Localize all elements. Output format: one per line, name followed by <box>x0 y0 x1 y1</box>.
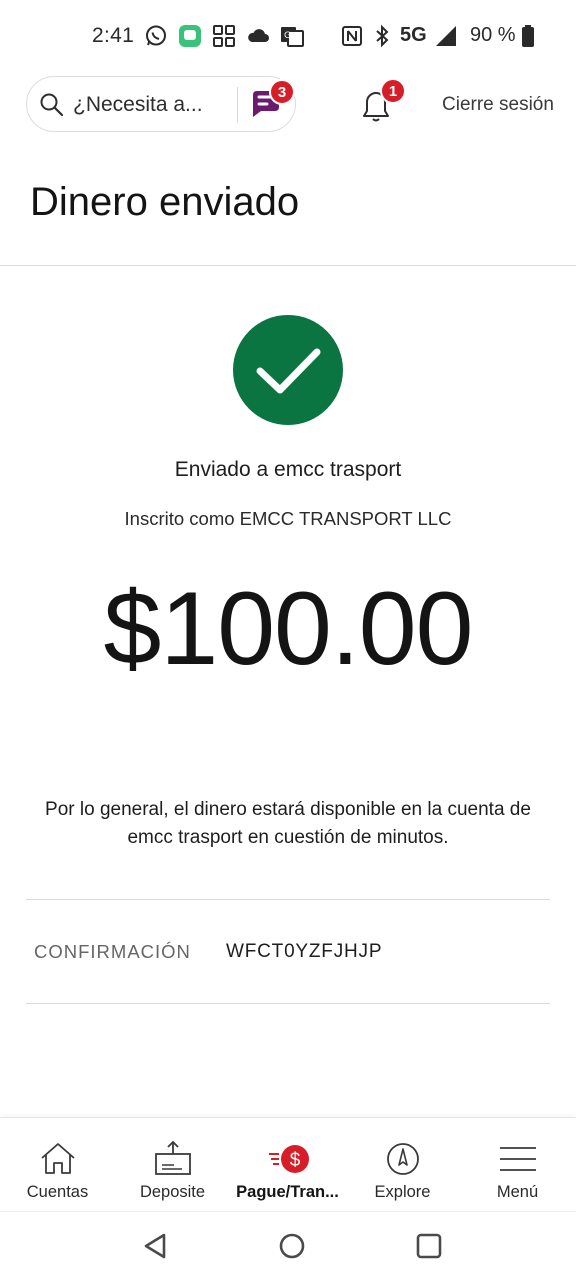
enrolled-as-text: Inscrito como EMCC TRANSPORT LLC <box>124 508 452 529</box>
battery-percent: 90 % <box>470 24 516 46</box>
messages-icon <box>178 24 202 48</box>
confirmation-divider-bottom <box>26 1003 550 1004</box>
pay-transfer-icon: $ <box>267 1138 309 1178</box>
signal-icon <box>434 24 458 48</box>
home-icon[interactable] <box>276 1230 308 1262</box>
compass-icon <box>382 1138 424 1178</box>
amount: $100.00 <box>103 571 474 687</box>
app-header: ¿Necesita a... 3 1 Cierre sesión <box>0 74 576 134</box>
fargo-assistant-button[interactable]: 3 <box>247 79 295 125</box>
svg-text:$: $ <box>290 1150 301 1171</box>
search-icon <box>39 92 65 118</box>
svg-text:G: G <box>284 31 291 41</box>
nfc-icon <box>340 24 364 48</box>
nav-explore[interactable]: Explore <box>345 1118 460 1212</box>
confirmation-divider-top <box>26 899 550 900</box>
search-divider <box>237 87 238 123</box>
nav-label-explore: Explore <box>374 1183 431 1201</box>
nav-menu[interactable]: Menú <box>460 1118 575 1212</box>
status-bar: 2:41 G 5G 90 % <box>0 0 576 74</box>
success-checkmark <box>233 315 343 425</box>
notifications-badge: 1 <box>380 78 406 104</box>
network-type: 5G <box>400 24 427 46</box>
translate-icon: G <box>280 24 304 48</box>
deposit-icon <box>152 1138 194 1178</box>
bluetooth-icon <box>370 24 394 48</box>
nav-label-accounts: Cuentas <box>26 1183 89 1201</box>
nav-pay-transfer[interactable]: $ Pague/Tran... <box>230 1118 345 1212</box>
system-navigation-bar <box>0 1211 576 1280</box>
notifications-button[interactable]: 1 <box>356 78 406 126</box>
recent-apps-icon[interactable] <box>413 1230 445 1262</box>
search-input[interactable]: ¿Necesita a... <box>73 93 248 117</box>
title-divider <box>0 265 576 266</box>
nav-deposit[interactable]: Deposite <box>115 1118 230 1212</box>
nav-label-pay-transfer: Pague/Tran... <box>236 1183 339 1201</box>
availability-note: Por lo general, el dinero estará disponi… <box>45 799 531 848</box>
battery-icon <box>518 24 542 48</box>
bottom-nav: Cuentas Deposite $ Pague/Tran... Explore… <box>0 1117 576 1211</box>
nav-accounts[interactable]: Cuentas <box>0 1118 115 1212</box>
grid-app-icon <box>212 24 236 48</box>
status-time: 2:41 <box>92 24 135 47</box>
search-bar[interactable]: ¿Necesita a... 3 <box>26 76 296 132</box>
nav-label-deposit: Deposite <box>139 1183 206 1201</box>
confirmation-number: WFCT0YZFJHJP <box>226 941 383 962</box>
hamburger-menu-icon <box>497 1138 539 1178</box>
sent-to-text: Enviado a emcc trasport <box>174 458 402 481</box>
confirmation-label: CONFIRMACIÓN <box>34 941 191 962</box>
fargo-badge: 3 <box>269 79 295 105</box>
cloud-icon <box>246 24 270 48</box>
nav-label-menu: Menú <box>496 1183 539 1201</box>
signout-link[interactable]: Cierre sesión <box>442 94 554 116</box>
checkmark-icon <box>256 348 321 394</box>
back-icon[interactable] <box>140 1230 172 1262</box>
page-title: Dinero enviado <box>30 180 300 224</box>
whatsapp-icon <box>144 24 168 48</box>
house-icon <box>37 1138 79 1178</box>
